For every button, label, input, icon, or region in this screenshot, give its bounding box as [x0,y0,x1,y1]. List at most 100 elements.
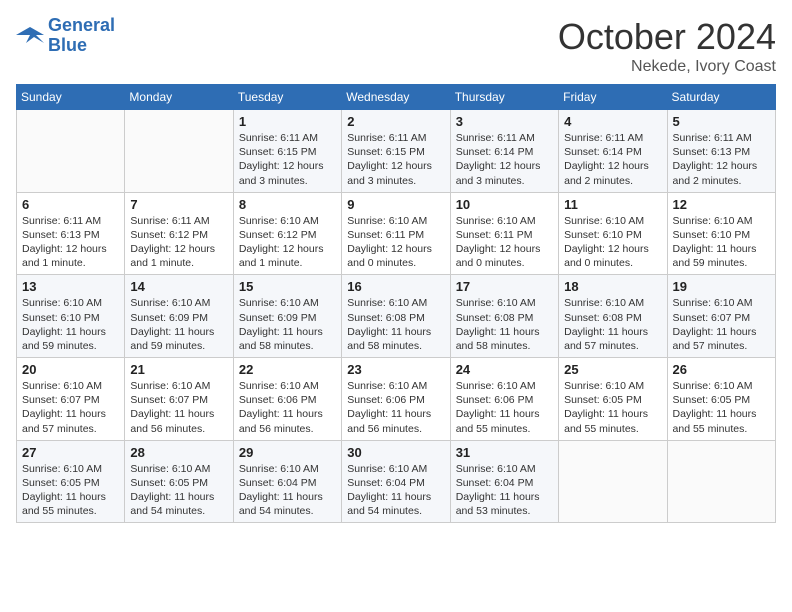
cell-info-line: Sunset: 6:08 PM [456,311,553,325]
cell-info-line: and 55 minutes. [22,504,119,518]
calendar-cell: 17Sunrise: 6:10 AMSunset: 6:08 PMDayligh… [450,275,558,358]
calendar-cell [125,110,233,193]
cell-info-line: Sunset: 6:09 PM [239,311,336,325]
day-number: 4 [564,114,661,129]
weekday-header-friday: Friday [559,85,667,110]
calendar-cell [667,440,775,523]
calendar-cell: 4 Sunrise: 6:11 AMSunset: 6:14 PMDaylight… [559,110,667,193]
cell-info-line: Sunrise: 6:10 AM [673,296,770,310]
cell-info-line: Sunset: 6:14 PM [564,145,661,159]
cell-info-line: Sunset: 6:07 PM [673,311,770,325]
calendar-cell: 2Sunrise: 6:11 AMSunset: 6:15 PMDaylight… [342,110,450,193]
day-number: 28 [130,445,227,460]
calendar-cell: 6Sunrise: 6:11 AMSunset: 6:13 PMDaylight… [17,192,125,275]
calendar-cell: 1Sunrise: 6:11 AMSunset: 6:15 PMDaylight… [233,110,341,193]
cell-info-line: Daylight: 11 hours [239,407,336,421]
day-number: 12 [673,197,770,212]
calendar-cell: 16Sunrise: 6:10 AMSunset: 6:08 PMDayligh… [342,275,450,358]
day-number: 5 [673,114,770,129]
cell-info-line: Sunrise: 6:10 AM [239,462,336,476]
day-number: 1 [239,114,336,129]
cell-info-line: and 3 minutes. [347,174,444,188]
cell-info-line: Sunrise: 6:11 AM [456,131,553,145]
cell-info-line: Sunset: 6:06 PM [347,393,444,407]
cell-info-line: Sunrise: 6:10 AM [564,214,661,228]
cell-info-line: Sunrise: 6:10 AM [22,379,119,393]
cell-info-line: Sunset: 6:08 PM [347,311,444,325]
cell-info-line: Sunset: 6:11 PM [347,228,444,242]
calendar-cell: 13Sunrise: 6:10 AMSunset: 6:10 PMDayligh… [17,275,125,358]
cell-info-line: Daylight: 11 hours [673,325,770,339]
cell-info-line: and 1 minute. [239,256,336,270]
cell-info-line: and 57 minutes. [673,339,770,353]
cell-info-line: Sunset: 6:06 PM [456,393,553,407]
cell-info-line: Sunset: 6:10 PM [22,311,119,325]
cell-info-line: Sunset: 6:15 PM [347,145,444,159]
cell-info-line: Sunrise: 6:10 AM [130,379,227,393]
cell-info-line: Sunrise: 6:10 AM [673,379,770,393]
week-row-2: 13Sunrise: 6:10 AMSunset: 6:10 PMDayligh… [17,275,776,358]
cell-info-line: Daylight: 11 hours [130,407,227,421]
cell-info-line: Sunrise: 6:10 AM [673,214,770,228]
calendar-cell: 31Sunrise: 6:10 AMSunset: 6:04 PMDayligh… [450,440,558,523]
cell-info-line: Sunset: 6:13 PM [673,145,770,159]
cell-info-line: Sunset: 6:12 PM [130,228,227,242]
cell-info-line: and 58 minutes. [239,339,336,353]
cell-info-line: Sunset: 6:04 PM [239,476,336,490]
cell-info-line: and 0 minutes. [564,256,661,270]
cell-info-line: Sunset: 6:05 PM [130,476,227,490]
calendar-cell: 12Sunrise: 6:10 AMSunset: 6:10 PMDayligh… [667,192,775,275]
day-number: 23 [347,362,444,377]
cell-info-line: Sunrise: 6:10 AM [239,379,336,393]
weekday-header-thursday: Thursday [450,85,558,110]
day-number: 31 [456,445,553,460]
cell-info-line: and 0 minutes. [347,256,444,270]
cell-info-line: Sunrise: 6:11 AM [673,131,770,145]
cell-info-line: Daylight: 11 hours [564,325,661,339]
cell-info-line: Daylight: 11 hours [456,490,553,504]
calendar-cell: 11Sunrise: 6:10 AMSunset: 6:10 PMDayligh… [559,192,667,275]
cell-info-line: Daylight: 12 hours [564,159,661,173]
calendar-cell: 21Sunrise: 6:10 AMSunset: 6:07 PMDayligh… [125,358,233,441]
cell-info-line: Daylight: 11 hours [347,325,444,339]
day-number: 30 [347,445,444,460]
cell-info-line: Daylight: 11 hours [456,407,553,421]
cell-info-line: Sunrise: 6:10 AM [130,296,227,310]
cell-info-line: and 57 minutes. [22,422,119,436]
calendar-cell: 29Sunrise: 6:10 AMSunset: 6:04 PMDayligh… [233,440,341,523]
cell-info-line: and 55 minutes. [673,422,770,436]
calendar-table: SundayMondayTuesdayWednesdayThursdayFrid… [16,84,776,523]
cell-info-line: and 54 minutes. [347,504,444,518]
week-row-4: 27Sunrise: 6:10 AMSunset: 6:05 PMDayligh… [17,440,776,523]
cell-info-line: and 2 minutes. [673,174,770,188]
calendar-cell: 18Sunrise: 6:10 AMSunset: 6:08 PMDayligh… [559,275,667,358]
calendar-cell: 28Sunrise: 6:10 AMSunset: 6:05 PMDayligh… [125,440,233,523]
cell-info-line: Sunset: 6:09 PM [130,311,227,325]
cell-info-line: Sunrise: 6:10 AM [130,462,227,476]
cell-info-line: Daylight: 11 hours [22,325,119,339]
day-number: 22 [239,362,336,377]
calendar-cell: 25Sunrise: 6:10 AMSunset: 6:05 PMDayligh… [559,358,667,441]
day-number: 7 [130,197,227,212]
cell-info-line: Sunrise: 6:10 AM [22,462,119,476]
calendar-cell: 24Sunrise: 6:10 AMSunset: 6:06 PMDayligh… [450,358,558,441]
title-area: October 2024 Nekede, Ivory Coast [558,16,776,76]
cell-info-line: and 54 minutes. [239,504,336,518]
cell-info-line: Sunrise: 6:11 AM [564,131,661,145]
cell-info-line: Sunrise: 6:10 AM [456,462,553,476]
calendar-cell [17,110,125,193]
cell-info-line: Daylight: 12 hours [239,159,336,173]
cell-info-line: Sunrise: 6:11 AM [130,214,227,228]
calendar-cell: 14Sunrise: 6:10 AMSunset: 6:09 PMDayligh… [125,275,233,358]
logo-text: General Blue [48,16,115,56]
cell-info-line: Daylight: 12 hours [456,242,553,256]
day-number: 14 [130,279,227,294]
cell-info-line: Daylight: 11 hours [564,407,661,421]
day-number: 3 [456,114,553,129]
cell-info-line: and 59 minutes. [22,339,119,353]
cell-info-line: Daylight: 11 hours [22,490,119,504]
cell-info-line: Sunrise: 6:10 AM [239,296,336,310]
cell-info-line: Daylight: 12 hours [239,242,336,256]
cell-info-line: Sunrise: 6:10 AM [239,214,336,228]
month-title: October 2024 [558,16,776,58]
